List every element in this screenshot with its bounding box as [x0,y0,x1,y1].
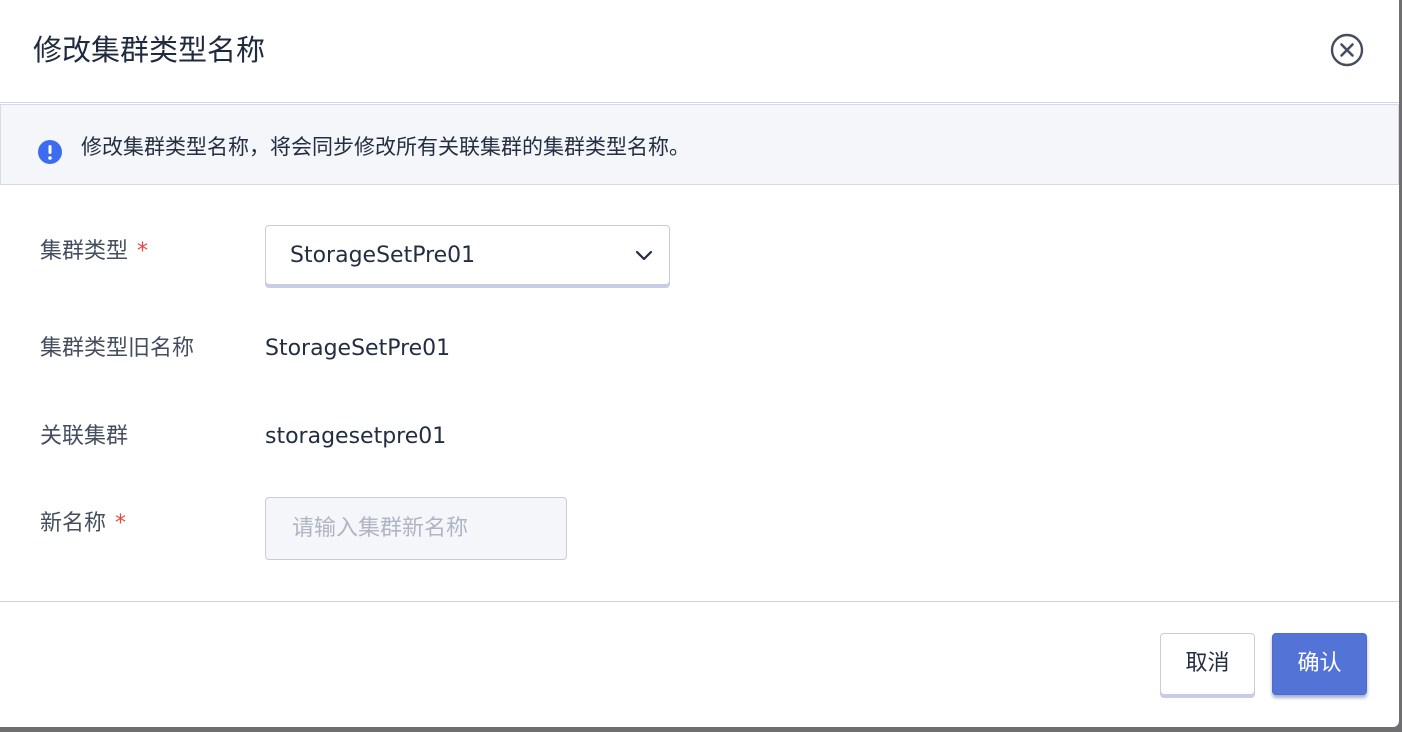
dialog-header: 修改集群类型名称 [0,0,1399,103]
confirm-button[interactable]: 确认 [1272,633,1367,695]
required-mark: * [137,239,149,264]
rename-cluster-type-dialog: 修改集群类型名称 修改集群类型名称，将会同步修改所有关联集群的集群类型名称。 集… [0,0,1399,727]
required-mark: * [115,511,127,536]
cluster-type-label: 集群类型 * [40,237,148,267]
new-name-label: 新名称 * [40,509,126,539]
related-clusters-label: 关联集群 [40,424,129,449]
new-name-input[interactable] [265,497,567,560]
new-name-label-text: 新名称 [40,511,107,536]
cluster-type-selected-value: StorageSetPre01 [290,243,476,268]
cancel-button[interactable]: 取消 [1160,633,1255,695]
close-button[interactable] [1330,33,1364,67]
related-clusters-value: storagesetpre01 [265,424,447,449]
old-name-value: StorageSetPre01 [265,336,451,361]
footer-divider [0,601,1399,602]
alert-message: 修改集群类型名称，将会同步修改所有关联集群的集群类型名称。 [81,135,690,159]
close-circle-icon [1330,33,1364,67]
info-circle-icon [38,140,62,164]
cluster-type-label-text: 集群类型 [40,239,129,264]
dialog-title: 修改集群类型名称 [33,33,266,67]
chevron-down-icon [635,250,653,261]
cluster-type-select[interactable]: StorageSetPre01 [265,225,670,285]
old-name-label: 集群类型旧名称 [40,336,195,361]
info-alert: 修改集群类型名称，将会同步修改所有关联集群的集群类型名称。 [0,104,1399,185]
